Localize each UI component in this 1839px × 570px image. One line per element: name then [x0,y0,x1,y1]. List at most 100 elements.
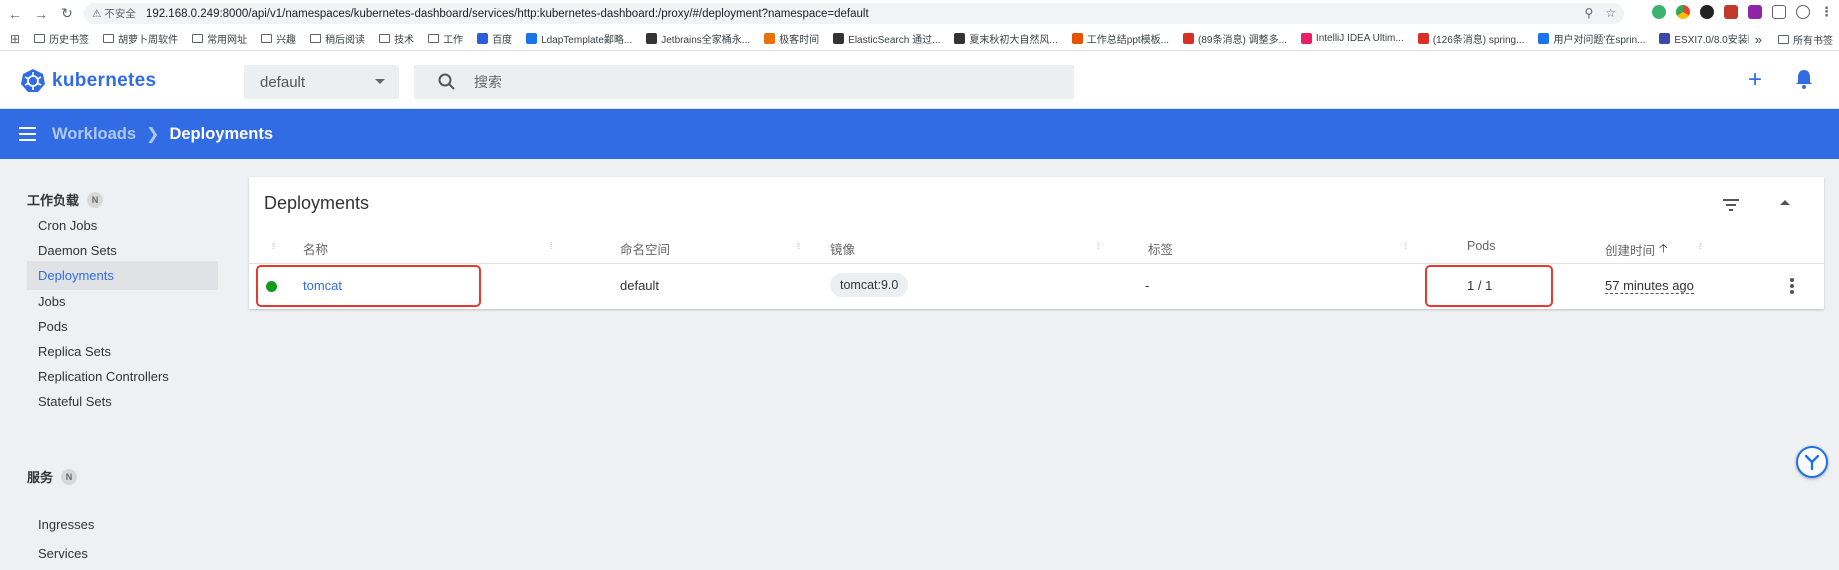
bookmarks-bar: ⊞ 历史书签 胡萝卜周软件 常用网址 兴趣 稍后阅读 技术 工作 百度 LdapTemplate… [0,27,1839,51]
column-resize-handle[interactable]: ⁞⁞ [1404,241,1412,251]
menu-hamburger-icon[interactable] [19,127,36,141]
bookmark-favicon-icon [954,33,966,44]
bookmark-favicon-icon [1659,33,1671,44]
sidebar-item-services[interactable]: Services [27,539,218,568]
highlight-box-pods [1425,265,1553,307]
bookmark-item[interactable]: 夏末秋初大自然风... [947,31,1064,46]
bookmark-label: 稍后阅读 [325,35,366,46]
extension-purple-icon[interactable] [1748,5,1762,19]
bookmark-favicon-icon [1300,33,1312,44]
namespaced-badge: N [87,191,104,208]
bookmark-label: 工作总结ppt模板... [1086,35,1170,46]
sidebar-category-services[interactable]: 服务 N [27,467,78,486]
insecure-indicator[interactable]: ⚠ 不安全 [92,6,136,21]
breadcrumb-current: Deployments [169,124,274,143]
notification-bell-icon[interactable] [1795,69,1813,89]
profile-avatar-icon[interactable] [1796,5,1810,19]
bookmark-label: (89条消息) 调整多... [1198,35,1287,46]
bookmark-item[interactable]: 稍后阅读 [303,31,372,46]
folder-icon [1778,34,1789,44]
folder-icon [103,34,115,43]
create-plus-icon[interactable]: + [1748,68,1762,92]
sidebar-category-workloads[interactable]: 工作负载 N [27,190,104,209]
kubernetes-wheel-icon [21,69,45,92]
search-input[interactable] [474,74,974,90]
folder-icon [192,34,204,43]
bookmark-label: 历史书签 [49,35,90,46]
bookmark-item[interactable]: (89条消息) 调整多... [1176,31,1294,46]
highlight-box-name [256,265,481,307]
extension-red-icon[interactable] [1724,5,1738,19]
bookmark-label: 兴趣 [276,35,297,46]
column-header-created[interactable]: 创建时间 🡡 [1605,239,1668,260]
column-header-name[interactable]: 名称 [303,239,328,258]
column-header-namespace[interactable]: 命名空间 [620,239,670,258]
bookmark-favicon-icon [526,33,538,44]
folder-icon [428,34,440,43]
bookmark-item[interactable]: 历史书签 [27,31,96,46]
search-box[interactable] [414,65,1074,99]
collapse-icon[interactable] [1780,200,1790,205]
back-icon[interactable]: ← [4,3,26,25]
column-resize-handle[interactable]: ⁞⁞ [550,241,558,251]
url-field[interactable]: ⚠ 不安全 192.168.0.249:8000/api/v1/namespac… [84,3,1624,24]
column-header-created-label: 创建时间 [1605,244,1656,258]
column-resize-handle[interactable]: ⁞⁞ [1699,241,1707,251]
bookmark-item[interactable]: 百度 [470,31,519,46]
bookmarks-overflow-icon[interactable]: » [1755,32,1762,47]
column-resize-handle[interactable]: ⁞⁞ [1097,241,1105,251]
bookmark-favicon-icon [1071,33,1083,44]
bookmark-item[interactable]: 技术 [372,31,421,46]
labels-cell: - [1145,278,1150,293]
bookmark-item[interactable]: 胡萝卜周软件 [96,31,185,46]
toolbar: Workloads ❯ Deployments [0,109,1839,159]
all-bookmarks-link[interactable]: 所有书签 [1793,32,1833,47]
bookmark-item[interactable]: IntelliJ IDEA Ultim... [1294,33,1411,44]
bookmark-item[interactable]: Jetbrains全家桶永... [639,31,757,46]
star-icon[interactable]: ☆ [1605,6,1616,20]
extension-dark-icon[interactable] [1700,5,1714,19]
assistant-float-button[interactable] [1796,446,1828,478]
folder-icon [34,34,46,43]
bookmark-item[interactable]: 兴趣 [254,31,303,46]
more-actions-icon[interactable] [1790,278,1794,294]
extension-chrome-icon[interactable] [1676,5,1690,19]
bookmark-item[interactable]: 常用网址 [185,31,254,46]
bookmark-item[interactable]: 工作总结ppt模板... [1065,31,1176,46]
bookmark-item[interactable]: 工作 [421,31,470,46]
sidebar-item-ingresses[interactable]: Ingresses [27,510,218,539]
warning-icon: ⚠ [92,7,102,20]
url-text[interactable]: 192.168.0.249:8000/api/v1/namespaces/kub… [146,8,869,20]
kubernetes-logo[interactable]: kubernetes [20,68,156,94]
apps-icon[interactable]: ⊞ [0,32,27,46]
bookmark-favicon-icon [833,33,845,44]
bookmark-favicon-icon [477,33,489,44]
column-header-labels: 标签 [1148,243,1174,257]
sidebar-item-deployments[interactable]: Deployments [27,261,218,290]
created-time-cell: 57 minutes ago [1605,278,1694,294]
category-label: 工作负载 [27,193,80,208]
browser-menu-icon[interactable]: ⋮ [1820,4,1833,20]
filter-icon[interactable] [1722,199,1740,211]
bookmark-item[interactable]: ElasticSearch 通过... [826,31,947,46]
folder-icon [261,34,273,43]
column-resize-handle[interactable]: ⁞⁞ [797,241,805,251]
bookmark-item[interactable]: LdapTemplate鄙略... [519,31,639,46]
zoom-icon[interactable]: ⚲ [1584,6,1593,20]
sidebar-item-stateful-sets[interactable]: Stateful Sets [27,387,218,416]
bookmark-item[interactable]: 用户对问题'在sprin... [1531,31,1652,46]
breadcrumb-workloads[interactable]: Workloads [52,125,136,144]
extensions-puzzle-icon[interactable] [1772,5,1786,19]
logo-text: kubernetes [52,70,157,91]
column-resize-handle[interactable]: ⁞⁞ [272,241,280,251]
reload-icon[interactable]: ↻ [56,3,78,25]
extension-evernote-icon[interactable] [1652,5,1666,19]
sidebar: 工作负载 N Cron Jobs Daemon Sets Deployments Jo… [0,159,230,570]
namespace-select[interactable]: default [244,65,399,99]
bookmark-item[interactable]: 极客时间 [757,31,826,46]
forward-icon[interactable]: → [30,3,52,25]
bookmark-label: 技术 [394,35,415,46]
bookmark-label: LdapTemplate鄙略... [541,35,633,46]
bookmark-favicon-icon [646,33,658,44]
bookmark-item[interactable]: (126条消息) spring... [1411,31,1532,46]
